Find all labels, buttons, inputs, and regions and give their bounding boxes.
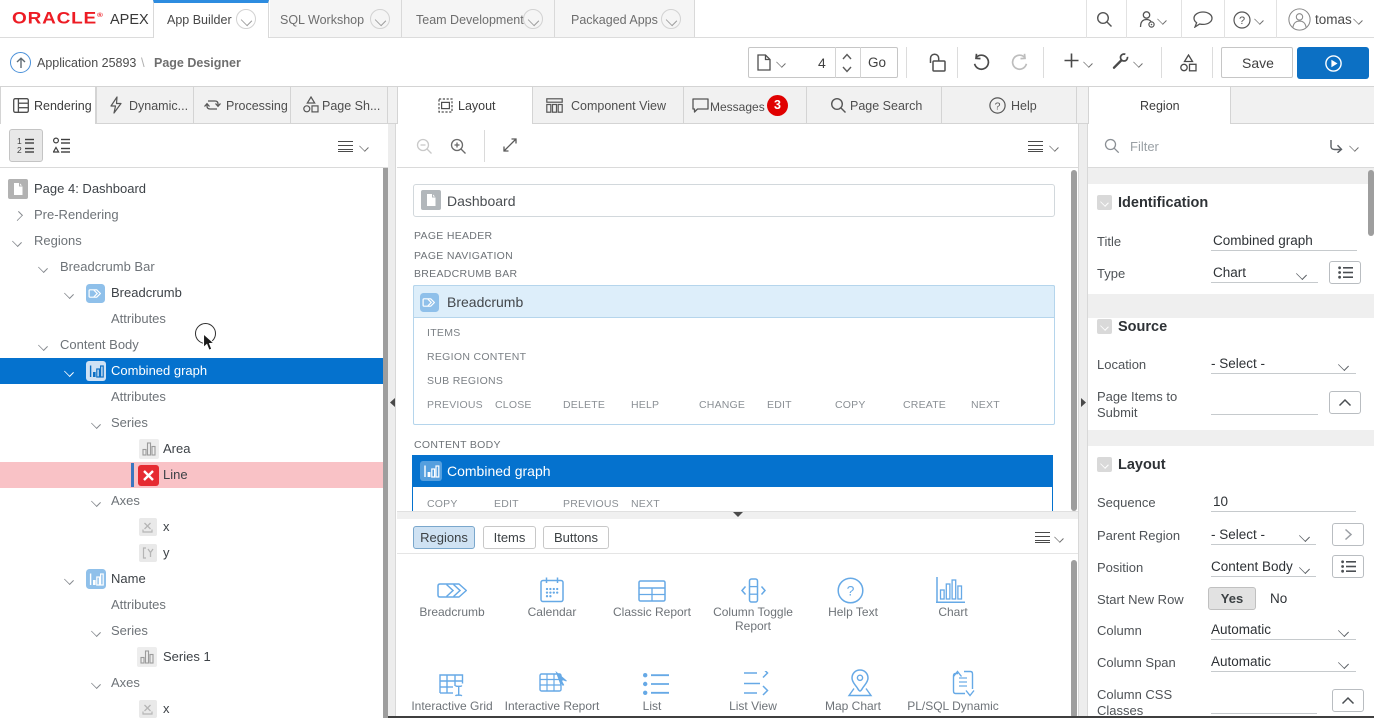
svg-text:?: ? bbox=[1239, 15, 1245, 27]
svg-text:?: ? bbox=[995, 101, 1001, 113]
svg-text:2: 2 bbox=[17, 145, 22, 154]
svg-text:?: ? bbox=[847, 583, 855, 599]
